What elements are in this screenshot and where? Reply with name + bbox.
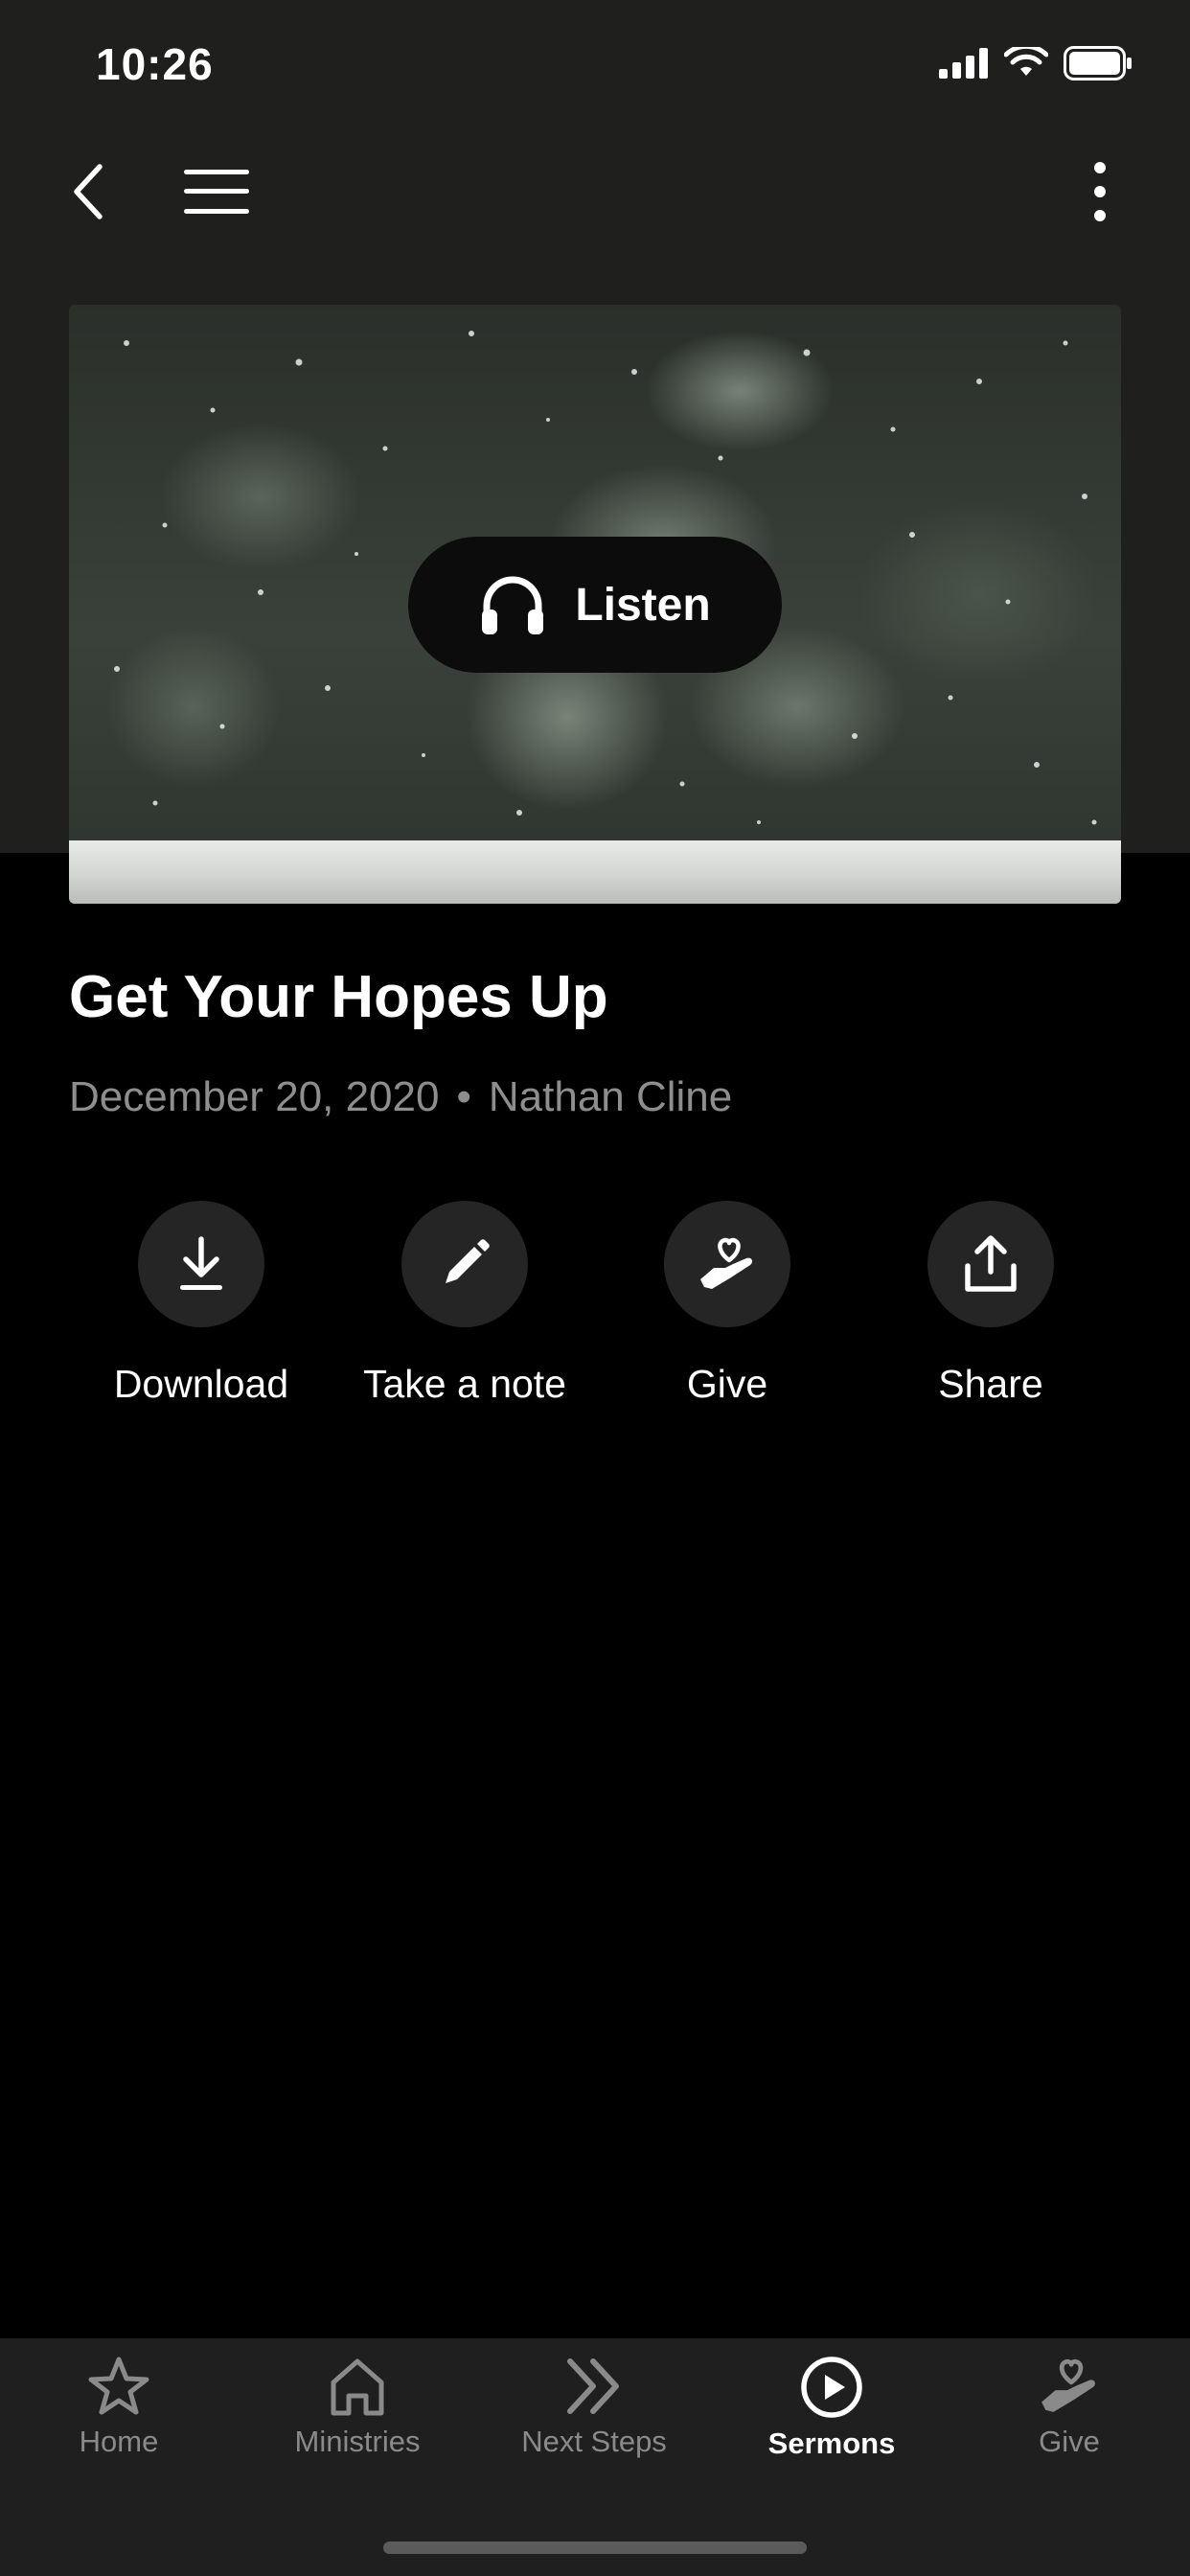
download-label: Download [113, 1362, 289, 1406]
navigation-bar [0, 144, 1190, 240]
download-icon [180, 1236, 222, 1290]
tab-sermons[interactable]: Sermons [726, 2356, 937, 2461]
give-button[interactable]: Give [603, 1201, 852, 1407]
sermon-meta: December 20, 2020 • Nathan Cline [69, 1073, 732, 1121]
status-time: 10:26 [96, 39, 214, 89]
meta-separator: • [456, 1073, 471, 1120]
more-vertical-icon [1094, 162, 1106, 221]
share-label: Share [938, 1362, 1043, 1406]
house-icon [331, 2358, 384, 2416]
listen-label: Listen [575, 579, 711, 631]
pencil-icon [446, 1239, 490, 1283]
star-icon [88, 2357, 149, 2415]
tab-home[interactable]: Home [13, 2356, 224, 2459]
play-circle-icon [801, 2357, 862, 2418]
take-note-label: Take a note [363, 1362, 566, 1406]
chevron-left-icon [74, 164, 103, 219]
sermon-artwork: Listen [69, 305, 1121, 904]
tab-next-steps[interactable]: Next Steps [489, 2356, 699, 2459]
headphones-icon [482, 576, 544, 634]
double-chevron-icon [567, 2358, 619, 2414]
share-circle [927, 1201, 1054, 1327]
tab-ministries[interactable]: Ministries [252, 2356, 463, 2459]
bottom-tab-bar: Home Ministries Next Steps Sermons Give [0, 2338, 1190, 2576]
home-indicator[interactable] [383, 2542, 807, 2554]
back-button[interactable] [40, 144, 136, 240]
menu-button[interactable] [169, 144, 264, 240]
status-bar: 10:26 [0, 0, 1190, 134]
download-button[interactable]: Download [77, 1201, 326, 1407]
tab-give-label: Give [1039, 2425, 1100, 2458]
tab-give[interactable]: Give [964, 2356, 1175, 2459]
snowy-window-sill [69, 840, 1121, 904]
sermon-actions: Download Take a note Give Share [69, 1201, 1121, 1412]
hand-heart-icon [700, 1237, 753, 1289]
status-icons [939, 46, 1133, 80]
cellular-signal-icon [939, 48, 988, 79]
hand-heart-icon [1041, 2358, 1095, 2412]
sermon-speaker: Nathan Cline [488, 1073, 733, 1120]
share-icon [965, 1235, 1017, 1292]
hamburger-menu-icon [184, 170, 249, 214]
listen-button[interactable]: Listen [408, 537, 782, 673]
give-circle [664, 1201, 790, 1327]
share-button[interactable]: Share [866, 1201, 1115, 1407]
tab-ministries-label: Ministries [294, 2425, 421, 2458]
take-note-circle [401, 1201, 528, 1327]
sermon-date: December 20, 2020 [69, 1073, 440, 1120]
tab-next-steps-label: Next Steps [521, 2425, 667, 2458]
wifi-icon [1004, 47, 1048, 76]
tab-home-label: Home [79, 2425, 159, 2458]
take-note-button[interactable]: Take a note [340, 1201, 589, 1407]
more-options-button[interactable] [1052, 144, 1148, 240]
tab-sermons-label: Sermons [767, 2426, 896, 2460]
download-circle [138, 1201, 264, 1327]
sermon-title: Get Your Hopes Up [69, 964, 608, 1030]
battery-icon [1064, 46, 1132, 80]
give-label: Give [686, 1362, 768, 1406]
